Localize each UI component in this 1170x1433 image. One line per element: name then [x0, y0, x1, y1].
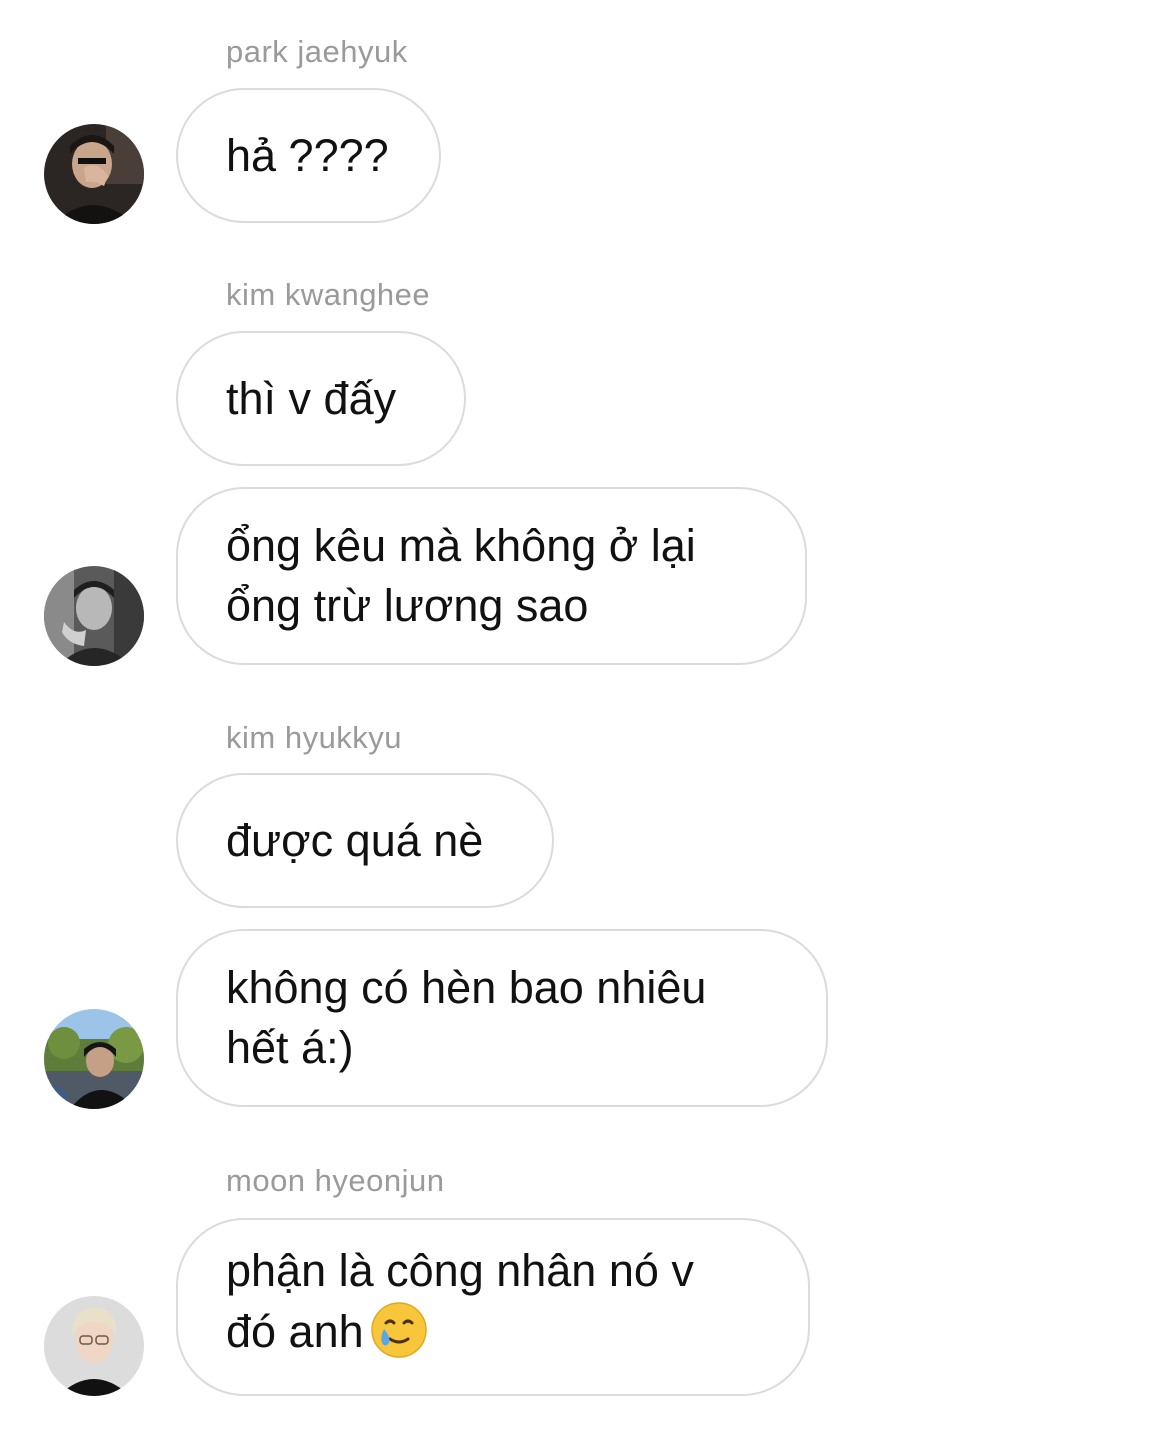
message-bubble[interactable]: không có hèn bao nhiêu hết á:) — [176, 929, 828, 1107]
avatar-kim-kwanghee[interactable] — [44, 566, 144, 666]
sender-name: kim hyukkyu — [226, 720, 403, 755]
smiling-face-with-tear-icon — [370, 1301, 428, 1374]
message-text: hả ???? — [226, 129, 389, 181]
message-text: được quá nè — [226, 814, 484, 866]
message-text: ổng kêu mà không ở lại ổng trừ lương sao — [226, 520, 696, 631]
sender-name: park jaehyuk — [226, 34, 408, 69]
sender-name: moon hyeonjun — [226, 1163, 445, 1198]
message-text: phận là công nhân nó v đó anh — [226, 1241, 694, 1374]
message-bubble[interactable]: hả ???? — [176, 88, 441, 223]
avatar-kim-hyukkyu[interactable] — [44, 1009, 144, 1109]
message-bubble[interactable]: ổng kêu mà không ở lại ổng trừ lương sao — [176, 487, 807, 665]
message-text: không có hèn bao nhiêu hết á:) — [226, 962, 707, 1073]
message-bubble[interactable]: thì v đấy — [176, 331, 466, 466]
message-text: thì v đấy — [226, 372, 397, 424]
sender-name: kim kwanghee — [226, 277, 431, 312]
message-text-content: phận là công nhân nó v đó anh — [226, 1244, 694, 1357]
avatar-moon-hyeonjun[interactable] — [44, 1296, 144, 1396]
message-bubble[interactable]: phận là công nhân nó v đó anh — [176, 1218, 810, 1396]
avatar-park-jaehyuk[interactable] — [44, 124, 144, 224]
message-bubble[interactable]: được quá nè — [176, 773, 554, 908]
